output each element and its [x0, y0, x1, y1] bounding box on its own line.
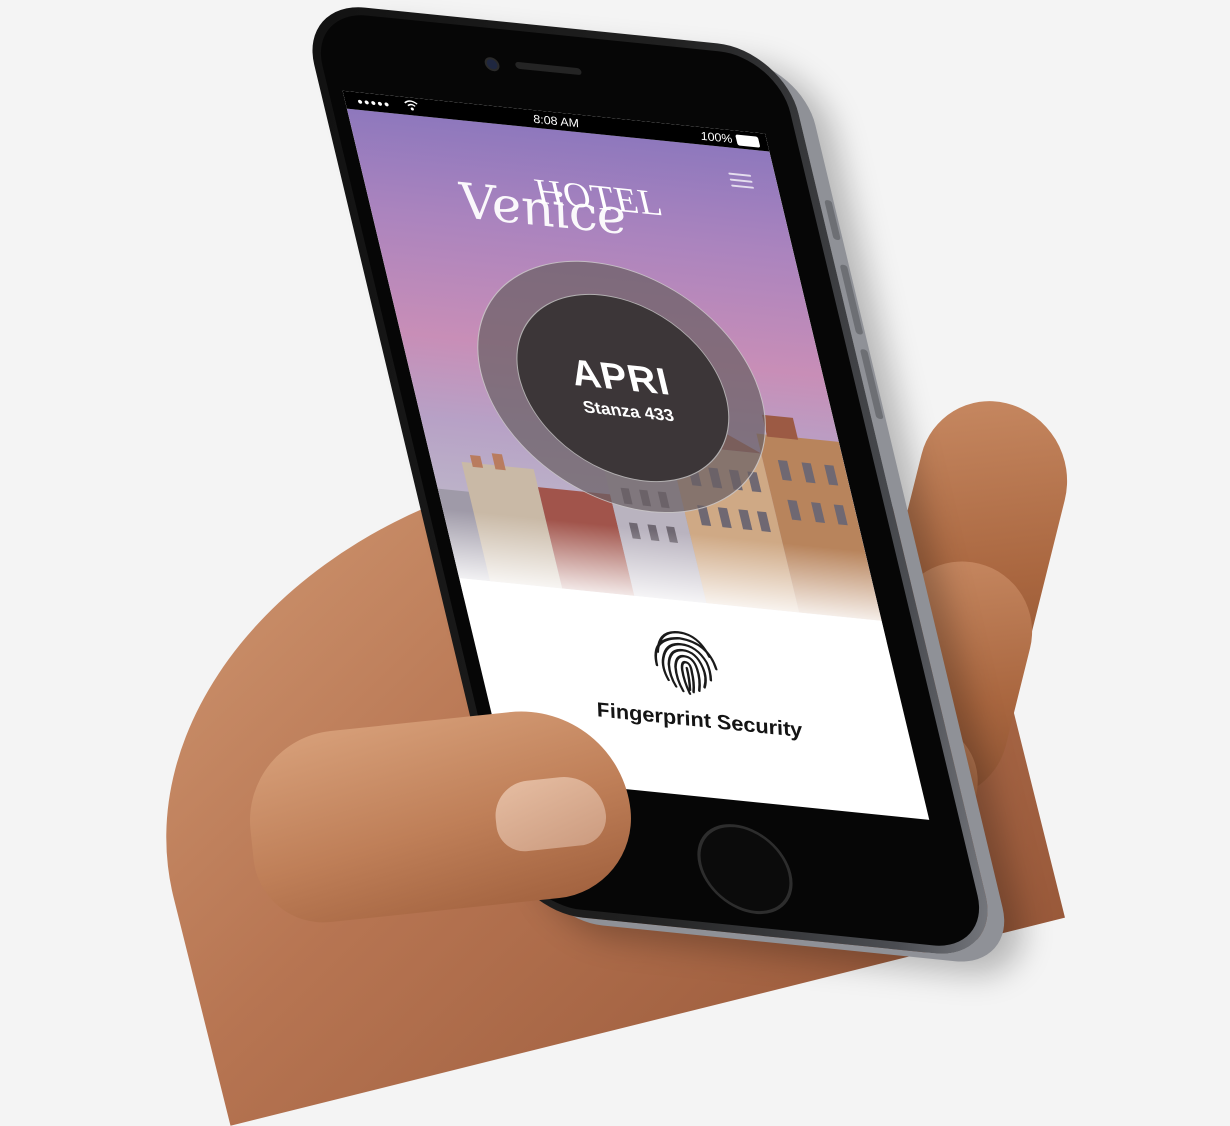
menu-icon-line [729, 178, 753, 183]
fingerprint-icon[interactable] [638, 620, 732, 701]
phone-side-button [859, 348, 884, 420]
menu-icon-line [731, 184, 755, 189]
thumb-nail [492, 772, 609, 855]
scene: ●●●●● 8:08 AM 100% Venice HOTEL APRI Sta… [0, 0, 1230, 1126]
battery-percentage: 100% [698, 128, 734, 146]
menu-icon[interactable] [728, 172, 755, 191]
phone-side-button [839, 264, 864, 335]
phone-side-button [824, 199, 841, 241]
